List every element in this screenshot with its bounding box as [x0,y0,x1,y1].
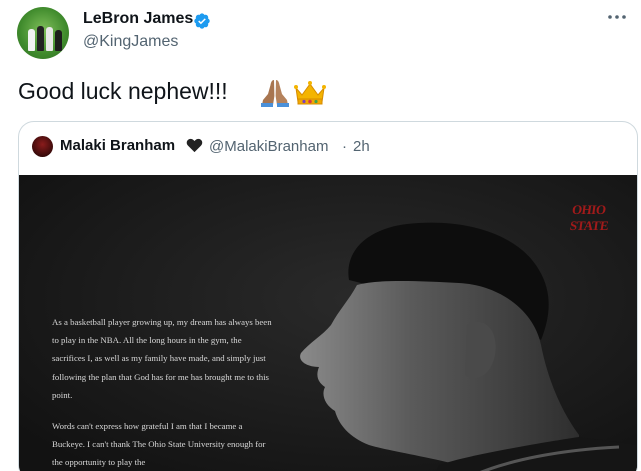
tweet[interactable]: LeBron James @KingJames Good luck nephew… [0,0,641,471]
quoted-timestamp[interactable]: 2h [353,138,370,155]
avatar-figure [46,27,53,51]
verified-badge-icon [194,13,210,29]
ohio-state-logo: OHIO STATE [568,202,610,233]
quoted-author-handle: @MalakiBranham [209,138,329,155]
author-avatar[interactable] [17,7,69,59]
statement-paragraph: Words can't express how grateful I am th… [52,421,266,468]
pray-icon [261,80,289,107]
separator-dot: · [342,138,347,155]
author-handle[interactable]: @KingJames [83,33,178,51]
author-name[interactable]: LeBron James [83,10,193,28]
avatar-figure [37,26,44,51]
tweet-text: Good luck nephew!!! [18,78,228,104]
quoted-avatar[interactable] [32,136,53,157]
quoted-author-name: Malaki Branham [60,137,176,154]
more-horizontal-icon[interactable] [604,6,630,28]
statement-paragraph: As a basketball player growing up, my dr… [52,317,272,400]
avatar-figure [55,30,62,51]
statement-text: As a basketball player growing up, my dr… [52,313,277,471]
avatar-figure [28,29,35,51]
crown-icon [294,81,326,105]
quoted-tweet[interactable]: Malaki Branham @MalakiBranham · 2h OHIO … [18,121,638,471]
black-heart-icon [186,138,203,153]
quoted-media-image[interactable]: OHIO STATE As a basketball player growin… [19,175,637,471]
